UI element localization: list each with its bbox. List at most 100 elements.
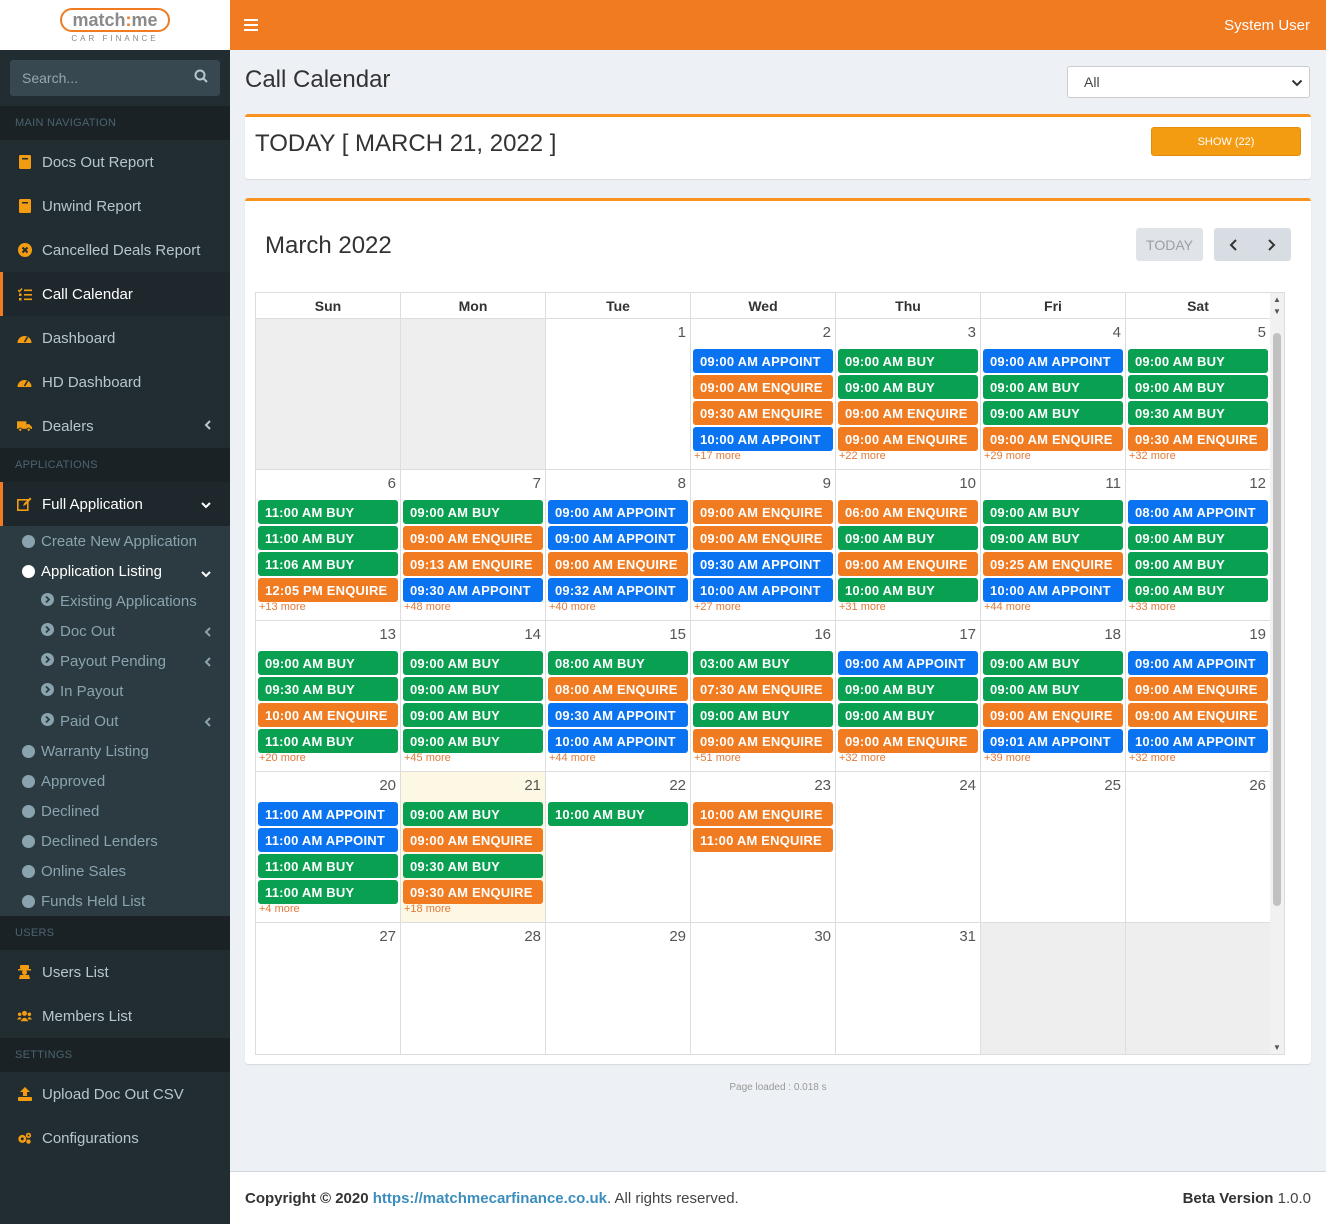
sidebar-item-doc-out[interactable]: Doc Out (0, 616, 230, 646)
calendar-day[interactable]: 19 09:00 AM APPOINT 09:00 AM ENQUIRE 09:00 … (1126, 621, 1271, 771)
search-input[interactable] (22, 70, 172, 86)
sidebar-item-declined-lenders[interactable]: Declined Lenders (0, 826, 230, 856)
calendar-day[interactable]: 8 09:00 AM APPOINT 09:00 AM APPOINT 09:00 A… (546, 470, 691, 620)
calendar-day[interactable]: 9 09:00 AM ENQUIRE 09:00 AM ENQUIRE 09:30 A… (691, 470, 836, 620)
calendar-event[interactable]: 09:00 AM APPOINT (693, 349, 833, 373)
calendar-event[interactable]: 09:00 AM BUY (838, 677, 978, 701)
calendar-event[interactable]: 08:00 AM BUY (548, 651, 688, 675)
calendar-event[interactable]: 09:00 AM BUY (983, 651, 1123, 675)
calendar-day[interactable]: 2 09:00 AM APPOINT 09:00 AM ENQUIRE 09:30 A… (691, 319, 836, 469)
sidebar-item-create-new-application[interactable]: Create New Application (0, 526, 230, 556)
more-events-link[interactable]: +27 more (693, 601, 833, 613)
calendar-event[interactable]: 09:32 AM APPOINT (548, 578, 688, 602)
calendar-event[interactable]: 10:00 AM APPOINT (548, 729, 688, 753)
calendar-event[interactable]: 11:00 AM ENQUIRE (693, 828, 833, 852)
calendar-event[interactable]: 09:00 AM APPOINT (548, 500, 688, 524)
sidebar-item-declined[interactable]: Declined (0, 796, 230, 826)
calendar-event[interactable]: 11:06 AM BUY (258, 552, 398, 576)
calendar-event[interactable]: 11:00 AM APPOINT (258, 802, 398, 826)
calendar-event[interactable]: 08:00 AM APPOINT (1128, 500, 1268, 524)
calendar-event[interactable]: 10:00 AM BUY (838, 578, 978, 602)
calendar-event[interactable]: 09:30 AM APPOINT (693, 552, 833, 576)
calendar-event[interactable]: 09:00 AM ENQUIRE (838, 552, 978, 576)
sidebar-item-members-list[interactable]: Members List (0, 994, 230, 1038)
calendar-event[interactable]: 09:00 AM ENQUIRE (983, 427, 1123, 451)
calendar-event[interactable]: 09:00 AM ENQUIRE (1128, 703, 1268, 727)
calendar-event[interactable]: 09:30 AM APPOINT (548, 703, 688, 727)
calendar-day[interactable]: 31 (836, 923, 981, 1054)
calendar-day[interactable]: 12 08:00 AM APPOINT 09:00 AM BUY 09:00 AM B… (1126, 470, 1271, 620)
calendar-event[interactable]: 09:00 AM BUY (1128, 349, 1268, 373)
calendar-day[interactable] (1126, 923, 1271, 1054)
calendar-event[interactable]: 09:00 AM BUY (1128, 552, 1268, 576)
calendar-event[interactable]: 09:00 AM ENQUIRE (838, 401, 978, 425)
calendar-event[interactable]: 09:13 AM ENQUIRE (403, 552, 543, 576)
prev-month-button[interactable] (1215, 228, 1251, 261)
more-events-link[interactable]: +33 more (1128, 601, 1268, 613)
calendar-event[interactable]: 07:30 AM ENQUIRE (693, 677, 833, 701)
calendar-event[interactable]: 09:00 AM APPOINT (983, 349, 1123, 373)
next-month-button[interactable] (1254, 228, 1290, 261)
calendar-day[interactable]: 14 09:00 AM BUY 09:00 AM BUY 09:00 AM BUY 09… (401, 621, 546, 771)
calendar-event[interactable]: 09:00 AM BUY (403, 651, 543, 675)
calendar-day[interactable]: 28 (401, 923, 546, 1054)
sidebar-item-warranty-listing[interactable]: Warranty Listing (0, 736, 230, 766)
calendar-event[interactable]: 09:00 AM ENQUIRE (838, 427, 978, 451)
calendar-event[interactable]: 09:00 AM BUY (403, 729, 543, 753)
calendar-day[interactable]: 10 06:00 AM ENQUIRE 09:00 AM BUY 09:00 AM E… (836, 470, 981, 620)
calendar-event[interactable]: 09:25 AM ENQUIRE (983, 552, 1123, 576)
sidebar-item-existing-applications[interactable]: Existing Applications (0, 586, 230, 616)
calendar-day[interactable]: 16 03:00 AM BUY 07:30 AM ENQUIRE 09:00 AM B… (691, 621, 836, 771)
calendar-event[interactable]: 09:00 AM APPOINT (548, 526, 688, 550)
calendar-event[interactable]: 09:00 AM BUY (838, 703, 978, 727)
more-events-link[interactable]: +18 more (403, 903, 543, 915)
more-events-link[interactable]: +44 more (548, 752, 688, 764)
calendar-day[interactable]: 4 09:00 AM APPOINT 09:00 AM BUY 09:00 AM BU… (981, 319, 1126, 469)
sidebar-item-users-list[interactable]: Users List (0, 950, 230, 994)
sidebar-item-online-sales[interactable]: Online Sales (0, 856, 230, 886)
calendar-event[interactable]: 11:00 AM BUY (258, 500, 398, 524)
sidebar-item-full-application[interactable]: Full Application (0, 482, 230, 526)
search-icon[interactable] (194, 69, 208, 88)
calendar-event[interactable]: 09:00 AM BUY (838, 349, 978, 373)
calendar-day[interactable]: 5 09:00 AM BUY 09:00 AM BUY 09:30 AM BUY 09:… (1126, 319, 1271, 469)
calendar-event[interactable]: 09:00 AM BUY (403, 802, 543, 826)
calendar-event[interactable]: 09:00 AM BUY (983, 401, 1123, 425)
more-events-link[interactable]: +4 more (258, 903, 398, 915)
more-events-link[interactable]: +17 more (693, 450, 833, 462)
calendar-event[interactable]: 09:30 AM BUY (403, 854, 543, 878)
calendar-day[interactable]: 27 (256, 923, 401, 1054)
calendar-day[interactable]: 11 09:00 AM BUY 09:00 AM BUY 09:25 AM ENQUI… (981, 470, 1126, 620)
calendar-event[interactable]: 09:30 AM BUY (1128, 401, 1268, 425)
calendar-event[interactable]: 09:30 AM BUY (258, 677, 398, 701)
calendar-event[interactable]: 09:00 AM BUY (403, 703, 543, 727)
calendar-day[interactable]: 6 11:00 AM BUY 11:00 AM BUY 11:06 AM BUY 12:… (256, 470, 401, 620)
calendar-event[interactable]: 10:00 AM BUY (548, 802, 688, 826)
calendar-event[interactable]: 09:00 AM BUY (838, 375, 978, 399)
sidebar-item-call-calendar[interactable]: Call Calendar (0, 272, 230, 316)
sidebar-item-approved[interactable]: Approved (0, 766, 230, 796)
calendar-event[interactable]: 09:00 AM BUY (403, 500, 543, 524)
calendar-event[interactable]: 10:00 AM APPOINT (1128, 729, 1268, 753)
calendar-event[interactable]: 09:00 AM ENQUIRE (403, 828, 543, 852)
calendar-scrollbar[interactable]: ▲ ▼ ▼ (1270, 293, 1284, 1054)
scroll-down-small-icon[interactable]: ▼ (1270, 307, 1284, 316)
sidebar-item-payout-pending[interactable]: Payout Pending (0, 646, 230, 676)
sidebar-item-cancelled-deals-report[interactable]: Cancelled Deals Report (0, 228, 230, 272)
calendar-event[interactable]: 09:00 AM ENQUIRE (693, 526, 833, 550)
calendar-day[interactable] (981, 923, 1126, 1054)
sidebar-item-unwind-report[interactable]: Unwind Report (0, 184, 230, 228)
calendar-event[interactable]: 09:00 AM BUY (1128, 578, 1268, 602)
calendar-event[interactable]: 09:00 AM BUY (693, 703, 833, 727)
calendar-event[interactable]: 09:00 AM BUY (258, 651, 398, 675)
calendar-day[interactable]: 17 09:00 AM APPOINT 09:00 AM BUY 09:00 AM B… (836, 621, 981, 771)
calendar-event[interactable]: 09:00 AM BUY (983, 526, 1123, 550)
calendar-event[interactable]: 09:00 AM ENQUIRE (1128, 677, 1268, 701)
calendar-event[interactable]: 11:00 AM BUY (258, 729, 398, 753)
calendar-event[interactable]: 09:00 AM APPOINT (838, 651, 978, 675)
calendar-event[interactable]: 09:00 AM ENQUIRE (693, 729, 833, 753)
calendar-event[interactable]: 09:00 AM ENQUIRE (838, 729, 978, 753)
calendar-day[interactable]: 23 10:00 AM ENQUIRE 11:00 AM ENQUIRE (691, 772, 836, 922)
show-button[interactable]: SHOW (22) (1151, 127, 1301, 156)
calendar-day[interactable]: 30 (691, 923, 836, 1054)
